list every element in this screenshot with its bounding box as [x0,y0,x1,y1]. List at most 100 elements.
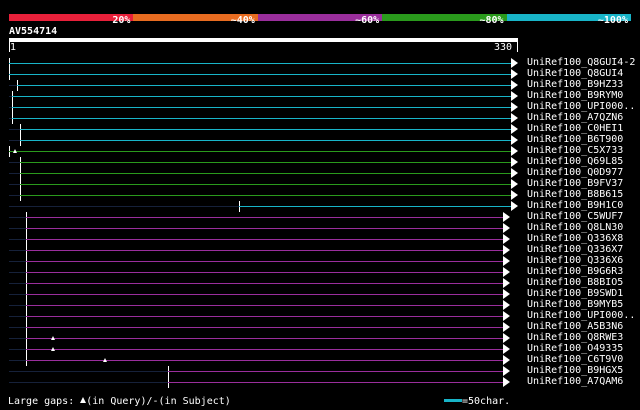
alignment-line[interactable] [25,217,504,218]
alignment-line[interactable] [9,151,511,152]
alignment-line[interactable] [19,129,511,130]
alignment-line[interactable] [9,63,511,64]
alignment-line[interactable] [9,74,511,75]
query-gap-icon [51,347,56,351]
alignment-end-arrow-icon [511,113,518,123]
alignment-end-arrow-icon [503,333,511,343]
hit-id-label[interactable]: UniRef100_C6T9V0 [527,354,623,365]
unaligned-region [9,217,26,218]
alignment-line[interactable] [12,96,511,97]
alignment-end-arrow-icon [511,69,518,79]
hit-id-label[interactable]: UniRef100_Q336X8 [527,233,623,244]
legend-percent-label: ~60% [355,15,380,26]
hit-id-label[interactable]: UniRef100_B9H1C0 [527,200,623,211]
legend-percent-label: ~40% [230,15,255,26]
hit-id-label[interactable]: UniRef100_C5X733 [527,145,623,156]
alignment-line[interactable] [25,250,504,251]
unaligned-region [9,360,26,361]
unaligned-region [9,294,26,295]
hit-id-label[interactable]: UniRef100_C0HEI1 [527,123,623,134]
hit-id-label[interactable]: UniRef100_O49335 [527,343,623,354]
alignment-line[interactable] [239,206,511,207]
unaligned-region [9,283,26,284]
hit-id-label[interactable]: UniRef100_A7QAM6 [527,376,623,387]
alignment-end-arrow-icon [503,311,511,321]
alignment-line[interactable] [19,195,511,196]
alignment-line[interactable] [167,371,504,372]
hit-id-label[interactable]: UniRef100_Q336X6 [527,255,623,266]
unaligned-region [9,162,20,163]
alignment-line[interactable] [25,239,504,240]
query-sequence-bar [9,38,518,42]
unaligned-region [9,382,168,383]
scale-key: =50char. [444,396,510,407]
hit-id-label[interactable]: UniRef100_A7QZN6 [527,112,623,123]
alignment-line[interactable] [19,173,511,174]
alignment-end-arrow-icon [503,278,511,288]
hit-id-label[interactable]: UniRef100_B8B615 [527,189,623,200]
hit-id-label[interactable]: UniRef100_Q8GUI4 [527,68,623,79]
hit-id-label[interactable]: UniRef100_B9G6R3 [527,266,623,277]
alignment-line[interactable] [12,118,511,119]
alignment-end-arrow-icon [503,366,511,376]
hit-id-label[interactable]: UniRef100_B8BIO5 [527,277,623,288]
hit-id-label[interactable]: UniRef100_Q8RWE3 [527,332,623,343]
alignment-end-arrow-icon [503,344,511,354]
alignment-line[interactable] [19,184,511,185]
scale-key-text: =50char. [462,396,511,407]
alignment-end-arrow-icon [511,91,518,101]
alignment-end-arrow-icon [511,146,518,156]
hit-id-label[interactable]: UniRef100_C5WUF7 [527,211,623,222]
hit-id-label[interactable]: UniRef100_B9FV37 [527,178,623,189]
query-gap-icon [13,149,18,153]
alignment-line[interactable] [25,294,504,295]
hit-id-label[interactable]: UniRef100_UPI000.. [527,101,635,112]
hit-id-label[interactable]: UniRef100_Q69L85 [527,156,623,167]
hit-row[interactable]: UniRef100_A7QAM6 [0,376,640,388]
alignment-line[interactable] [25,327,504,328]
alignment-end-arrow-icon [511,80,518,90]
ruler-start-label: 1 [10,42,17,53]
alignment-line[interactable] [16,85,511,86]
hit-id-label[interactable]: UniRef100_Q8LN30 [527,222,623,233]
hit-id-label[interactable]: UniRef100_B6T900 [527,134,623,145]
alignment-end-arrow-icon [511,168,518,178]
alignment-line[interactable] [167,382,504,383]
alignment-line[interactable] [25,305,504,306]
alignment-line[interactable] [25,316,504,317]
hit-id-label[interactable]: UniRef100_Q8GUI4-2 [527,57,635,68]
alignment-line[interactable] [19,162,511,163]
hit-id-label[interactable]: UniRef100_B9HGX5 [527,365,623,376]
hit-id-label[interactable]: UniRef100_Q336X7 [527,244,623,255]
unaligned-region [9,250,26,251]
hit-id-label[interactable]: UniRef100_B9MYB5 [527,299,623,310]
unaligned-region [9,327,26,328]
hit-id-label[interactable]: UniRef100_UPI000.. [527,310,635,321]
unaligned-region [9,184,20,185]
alignment-line[interactable] [25,283,504,284]
alignment-line[interactable] [25,228,504,229]
alignment-end-arrow-icon [511,190,518,200]
legend-percent-label: ~80% [479,15,504,26]
alignment-end-arrow-icon [511,102,518,112]
alignment-end-arrow-icon [503,256,511,266]
unaligned-region [9,239,26,240]
gap-legend-prefix: Large gaps: [8,396,75,407]
hit-id-label[interactable]: UniRef100_B9HZ33 [527,79,623,90]
alignment-end-arrow-icon [503,245,511,255]
alignment-line[interactable] [25,360,504,361]
unaligned-region [9,140,20,141]
alignment-end-arrow-icon [503,267,511,277]
hit-id-label[interactable]: UniRef100_Q0D977 [527,167,623,178]
alignment-line[interactable] [25,349,504,350]
alignment-line[interactable] [25,261,504,262]
alignment-line[interactable] [12,107,511,108]
hit-id-label[interactable]: UniRef100_A5B3N6 [527,321,623,332]
alignment-line[interactable] [25,338,504,339]
alignment-line[interactable] [25,272,504,273]
hit-id-label[interactable]: UniRef100_B9SWD1 [527,288,623,299]
alignment-line[interactable] [19,140,511,141]
alignment-end-arrow-icon [503,300,511,310]
hit-id-label[interactable]: UniRef100_B9RYM0 [527,90,623,101]
scale-line-icon [444,399,462,402]
